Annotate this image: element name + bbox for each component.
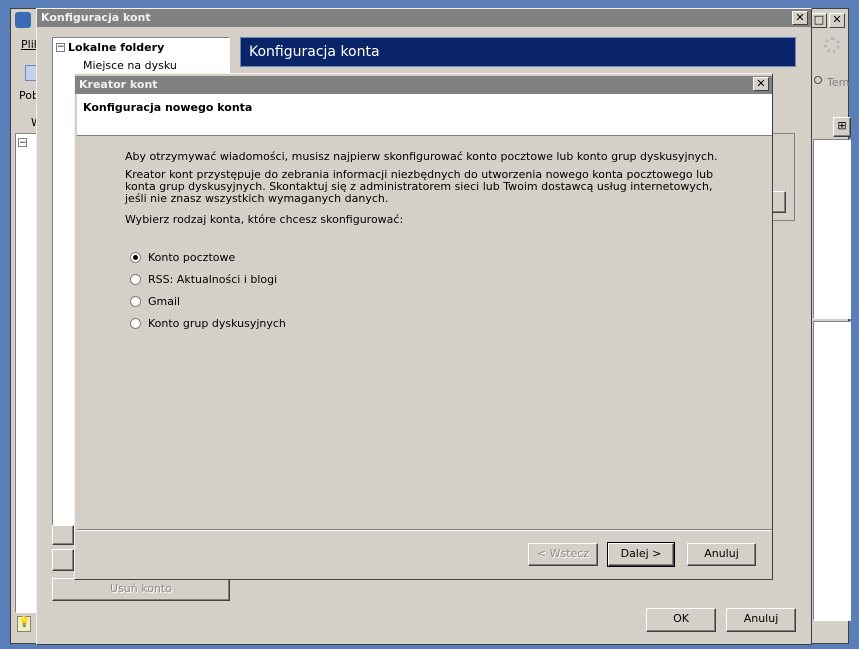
main-window-buttons: □ ✕ bbox=[811, 13, 847, 29]
account-action-button-1[interactable] bbox=[52, 525, 74, 545]
account-settings-cancel-button[interactable]: Anuluj bbox=[726, 608, 796, 632]
wizard-next-button[interactable]: Dalej > bbox=[607, 542, 675, 567]
main-close-button[interactable]: ✕ bbox=[829, 13, 845, 28]
account-type-option-rss[interactable]: RSS: Aktualności i blogi bbox=[130, 272, 430, 288]
message-list-pane[interactable] bbox=[813, 139, 851, 319]
wizard-titlebar: Kreator kont bbox=[75, 76, 772, 94]
account-settings-close-button[interactable]: ✕ bbox=[792, 11, 808, 25]
wizard-close-button[interactable]: ✕ bbox=[753, 77, 769, 91]
option-newsgroup-label[interactable]: Konto grup dyskusyjnych bbox=[148, 317, 286, 330]
maximize-button[interactable]: □ bbox=[811, 13, 827, 28]
wizard-title: Kreator kont bbox=[79, 78, 158, 91]
radio-newsgroup[interactable] bbox=[130, 318, 141, 329]
radio-gmail[interactable] bbox=[130, 296, 141, 307]
wizard-intro-line2: Kreator kont przystępuje do zebrania inf… bbox=[125, 168, 714, 205]
preview-pane[interactable] bbox=[813, 321, 851, 621]
account-settings-title: Konfiguracja kont bbox=[41, 11, 151, 24]
app-icon bbox=[15, 12, 31, 28]
view-picker-button[interactable]: ⊞ bbox=[833, 117, 851, 137]
right-panel-button[interactable] bbox=[772, 191, 786, 213]
tree-root-label[interactable]: Lokalne foldery bbox=[68, 41, 164, 54]
radio-rss[interactable] bbox=[130, 274, 141, 285]
account-type-option-mail[interactable]: Konto pocztowe bbox=[130, 250, 430, 266]
wizard-header: Konfiguracja nowego konta bbox=[77, 94, 772, 136]
account-type-option-newsgroup[interactable]: Konto grup dyskusyjnych bbox=[130, 316, 430, 332]
option-mail-label[interactable]: Konto pocztowe bbox=[148, 251, 235, 264]
wizard-separator bbox=[77, 529, 772, 531]
wizard-subtitle: Konfiguracja nowego konta bbox=[83, 101, 253, 114]
wizard-cancel-button[interactable]: Anuluj bbox=[687, 543, 756, 566]
account-settings-header-title: Konfiguracja konta bbox=[249, 44, 380, 60]
option-gmail-label[interactable]: Gmail bbox=[148, 295, 180, 308]
account-type-option-gmail[interactable]: Gmail bbox=[130, 294, 430, 310]
tree-child-label[interactable]: Miejsce na dysku bbox=[83, 59, 177, 72]
tree-expand-icon[interactable]: − bbox=[18, 138, 27, 148]
remove-account-button[interactable]: Usuń konto bbox=[52, 578, 230, 601]
account-settings-titlebar: Konfiguracja kont bbox=[37, 9, 811, 27]
wizard-prompt: Wybierz rodzaj konta, które chcesz skonf… bbox=[125, 213, 404, 226]
search-icon[interactable] bbox=[814, 76, 822, 84]
search-placeholder[interactable]: Tem bbox=[827, 76, 849, 89]
radio-mail[interactable] bbox=[130, 252, 141, 263]
wizard-back-button[interactable]: < Wstecz bbox=[528, 543, 598, 566]
option-rss-label[interactable]: RSS: Aktualności i blogi bbox=[148, 273, 277, 286]
account-settings-ok-button[interactable]: OK bbox=[646, 608, 716, 632]
account-settings-header: Konfiguracja konta bbox=[240, 37, 796, 67]
wizard-intro-line1: Aby otrzymywać wiadomości, musisz najpie… bbox=[125, 150, 718, 163]
tip-bulb-icon: 💡 bbox=[17, 616, 31, 632]
tree-collapse-icon[interactable]: − bbox=[56, 43, 65, 52]
account-wizard-dialog: Kreator kont ✕ Konfiguracja nowego konta… bbox=[74, 73, 773, 580]
account-action-button-2[interactable] bbox=[52, 549, 74, 571]
throbber-icon bbox=[824, 37, 840, 53]
